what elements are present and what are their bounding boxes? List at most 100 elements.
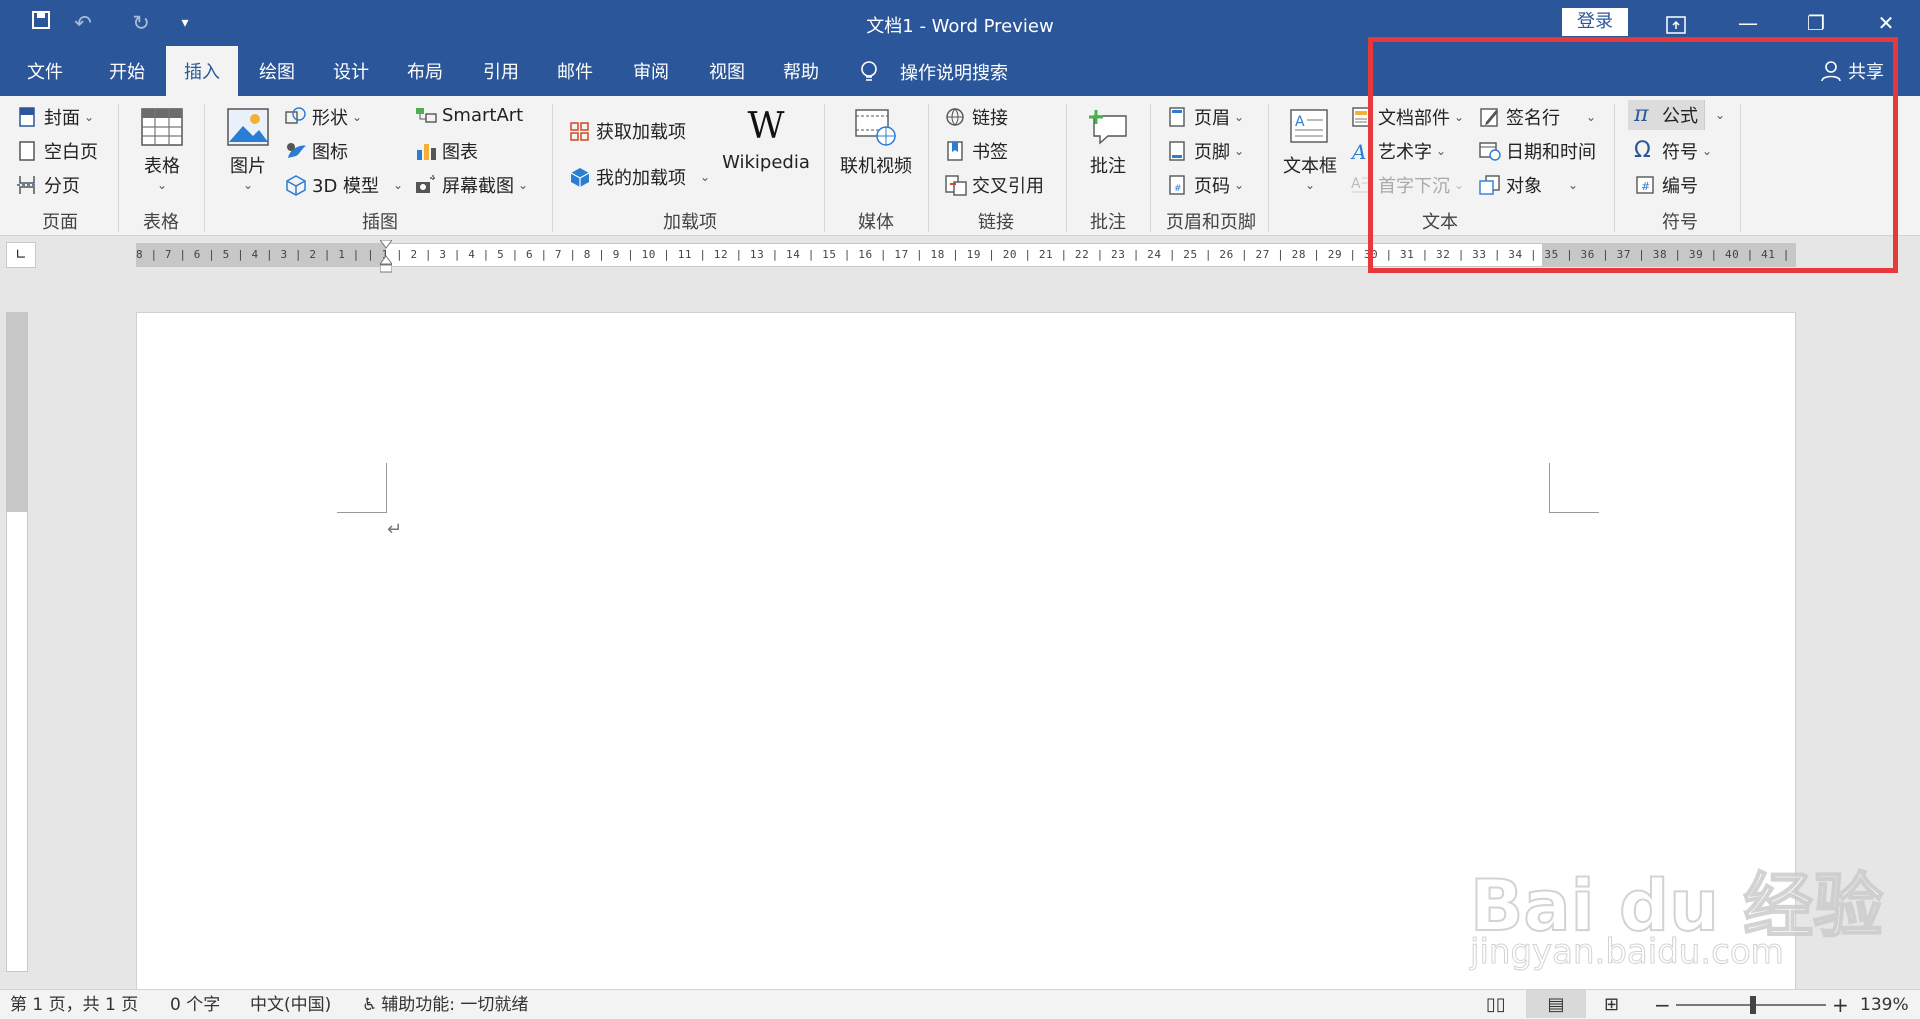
svg-text:A: A <box>1295 114 1305 130</box>
tell-me-search[interactable]: 操作说明搜索 <box>858 56 1008 88</box>
camera-icon <box>414 174 438 196</box>
tab-design[interactable]: 设计 <box>324 46 378 96</box>
chevron-down-icon: ⌄ <box>700 170 711 184</box>
wikipedia-label: Wikipedia <box>722 152 810 173</box>
cross-reference-button[interactable]: 交叉引用 <box>944 172 1044 198</box>
wikipedia-icon: W <box>747 106 785 147</box>
chevron-down-icon: ⌄ <box>1234 178 1245 192</box>
vertical-ruler-margin <box>6 312 28 512</box>
header-button[interactable]: 页眉 ⌄ <box>1166 104 1244 130</box>
wikipedia-button[interactable]: W Wikipedia <box>718 106 814 174</box>
page-break-icon <box>16 174 40 196</box>
smartart-button[interactable]: SmartArt <box>414 104 523 126</box>
separator <box>118 104 119 232</box>
table-icon <box>141 108 183 146</box>
group-label-header-footer: 页眉和页脚 <box>1166 212 1256 233</box>
tab-layout[interactable]: 布局 <box>398 46 452 96</box>
lightbulb-icon <box>861 61 877 81</box>
watermark-url: jingyan.baidu.com <box>1470 932 1785 973</box>
footer-label: 页脚 <box>1194 142 1230 163</box>
new-comment-button[interactable]: 批注 <box>1078 108 1138 178</box>
svg-text:A: A <box>1351 176 1361 192</box>
chevron-down-icon: ⌄ <box>393 178 404 192</box>
tab-file[interactable]: 文件 <box>20 46 70 96</box>
blank-page-icon <box>16 140 40 162</box>
cover-page-icon <box>16 106 40 128</box>
tab-home[interactable]: 开始 <box>100 46 154 96</box>
zoom-in-button[interactable]: + <box>1832 990 1849 1019</box>
separator <box>204 104 205 232</box>
tab-insert[interactable]: 插入 <box>166 46 238 96</box>
smartart-icon <box>414 104 438 126</box>
smartart-label: SmartArt <box>442 104 524 126</box>
language-status[interactable]: 中文(中国) <box>250 990 331 1019</box>
chart-button[interactable]: 图表 <box>414 138 478 164</box>
web-layout-icon[interactable]: ⊞ <box>1604 990 1619 1019</box>
tab-mailings[interactable]: 邮件 <box>548 46 602 96</box>
my-addins-button[interactable]: 我的加载项 ⌄ <box>568 164 710 190</box>
shapes-label: 形状 <box>312 108 348 129</box>
cross-reference-icon <box>944 174 968 196</box>
tab-view[interactable]: 视图 <box>700 46 754 96</box>
get-addins-label: 获取加载项 <box>596 122 686 143</box>
accessibility-status[interactable]: ♿ 辅助功能: 一切就绪 <box>362 990 528 1019</box>
tab-help[interactable]: 帮助 <box>774 46 828 96</box>
zoom-slider-thumb[interactable] <box>1750 996 1756 1014</box>
zoom-out-button[interactable]: − <box>1654 990 1671 1019</box>
3d-models-label: 3D 模型 <box>312 176 380 197</box>
tell-me-label: 操作说明搜索 <box>900 63 1008 84</box>
icons-label: 图标 <box>312 142 348 163</box>
shapes-button[interactable]: 形状 ⌄ <box>284 104 362 130</box>
screenshot-label: 屏幕截图 <box>442 176 514 197</box>
word-count-status[interactable]: 0 个字 <box>170 990 220 1019</box>
accessibility-label: 辅助功能: 一切就绪 <box>381 995 529 1015</box>
print-layout-icon[interactable]: ▤ <box>1526 990 1586 1018</box>
tab-draw[interactable]: 绘图 <box>250 46 304 96</box>
tab-review[interactable]: 审阅 <box>624 46 678 96</box>
page-count-status[interactable]: 第 1 页，共 1 页 <box>10 990 138 1019</box>
login-button[interactable]: 登录 <box>1562 8 1628 36</box>
tab-selector[interactable]: ∟ <box>6 242 36 268</box>
footer-button[interactable]: 页脚 ⌄ <box>1166 138 1244 164</box>
new-comment-label: 批注 <box>1090 156 1126 177</box>
separator <box>824 104 825 232</box>
cover-page-label: 封面 <box>44 108 80 129</box>
separator <box>552 104 553 232</box>
3d-models-button[interactable]: 3D 模型 ⌄ <box>284 172 403 198</box>
page-break-button[interactable]: 分页 <box>16 172 80 198</box>
bookmark-icon <box>944 140 968 162</box>
chevron-down-icon: ⌄ <box>1234 110 1245 124</box>
blank-page-button[interactable]: 空白页 <box>16 138 98 164</box>
online-video-button[interactable]: 联机视频 <box>836 108 916 178</box>
zoom-level[interactable]: 139% <box>1860 990 1909 1019</box>
get-addins-button[interactable]: 获取加载项 <box>568 118 686 144</box>
icons-button[interactable]: 图标 <box>284 138 348 164</box>
group-label-illustrations: 插图 <box>362 212 398 233</box>
group-label-media: 媒体 <box>858 212 894 233</box>
annotation-highlight-box <box>1368 37 1898 273</box>
bookmark-button[interactable]: 书签 <box>944 138 1008 164</box>
group-label-pages: 页面 <box>42 212 78 233</box>
page-number-button[interactable]: # 页码 ⌄ <box>1166 172 1244 198</box>
picture-icon <box>227 108 269 146</box>
cover-page-button[interactable]: 封面 ⌄ <box>16 104 94 130</box>
table-button[interactable]: 表格 ⌄ <box>134 108 190 192</box>
text-box-icon: A <box>1289 108 1331 146</box>
globe-link-icon <box>944 106 968 128</box>
read-mode-icon[interactable]: ▯▯ <box>1486 990 1506 1019</box>
comment-add-icon <box>1086 108 1130 146</box>
screenshot-button[interactable]: 屏幕截图 ⌄ <box>414 172 528 198</box>
blank-page-label: 空白页 <box>44 142 98 163</box>
tab-references[interactable]: 引用 <box>474 46 528 96</box>
pictures-button[interactable]: 图片 ⌄ <box>220 108 276 192</box>
cube-filled-icon <box>568 166 592 188</box>
cube-icon <box>284 174 308 196</box>
page-break-label: 分页 <box>44 176 80 197</box>
text-box-button[interactable]: A 文本框 ⌄ <box>1280 108 1340 192</box>
my-addins-label: 我的加载项 <box>596 168 686 189</box>
table-label: 表格 <box>144 156 180 177</box>
chevron-down-icon: ⌄ <box>242 178 254 192</box>
chevron-down-icon: ⌄ <box>352 110 363 124</box>
indent-marker[interactable] <box>379 239 393 274</box>
link-button[interactable]: 链接 <box>944 104 1008 130</box>
